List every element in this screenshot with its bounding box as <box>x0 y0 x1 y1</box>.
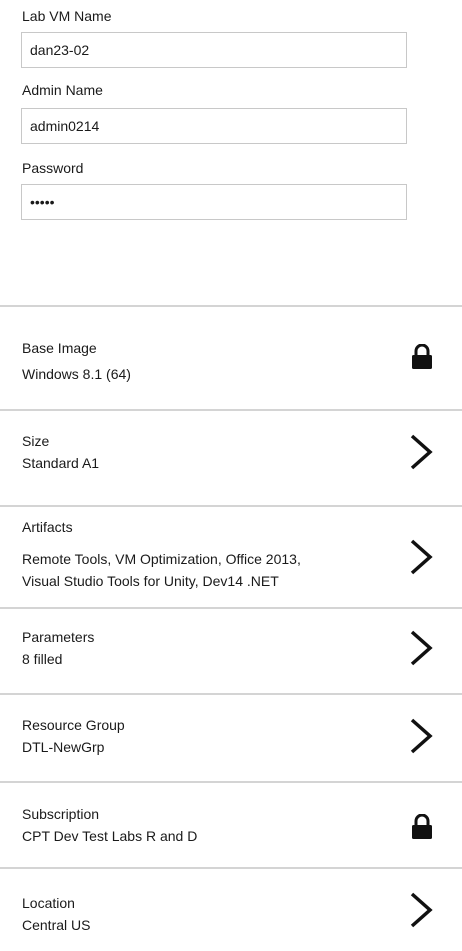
size-title: Size <box>22 433 50 449</box>
base-image-title: Base Image <box>22 340 97 356</box>
base-image-value: Windows 8.1 (64) <box>22 366 131 382</box>
subscription-row[interactable]: Subscription CPT Dev Test Labs R and D <box>0 783 462 867</box>
chevron-right-icon <box>410 892 433 928</box>
artifacts-title: Artifacts <box>22 519 73 535</box>
lab-vm-name-label: Lab VM Name <box>22 8 112 24</box>
password-label: Password <box>22 160 84 176</box>
location-title: Location <box>22 895 75 911</box>
resource-group-title: Resource Group <box>22 717 125 733</box>
admin-name-input[interactable] <box>21 108 407 144</box>
chevron-right-icon <box>410 539 433 575</box>
resource-group-row[interactable]: Resource Group DTL-NewGrp <box>0 695 462 781</box>
artifacts-value-line2: Visual Studio Tools for Unity, Dev14 .NE… <box>22 573 279 589</box>
parameters-value: 8 filled <box>22 651 63 667</box>
location-value: Central US <box>22 917 91 933</box>
admin-name-label: Admin Name <box>22 82 103 98</box>
subscription-value: CPT Dev Test Labs R and D <box>22 828 198 844</box>
chevron-right-icon <box>410 434 433 470</box>
location-row[interactable]: Location Central US <box>0 869 462 951</box>
lock-icon <box>412 344 432 369</box>
artifacts-row[interactable]: Artifacts Remote Tools, VM Optimization,… <box>0 507 462 607</box>
subscription-title: Subscription <box>22 806 100 822</box>
parameters-title: Parameters <box>22 629 95 645</box>
chevron-right-icon <box>410 718 433 754</box>
resource-group-value: DTL-NewGrp <box>22 739 105 755</box>
lock-icon <box>412 814 432 839</box>
chevron-right-icon <box>410 630 433 666</box>
size-row[interactable]: Size Standard A1 <box>0 411 462 505</box>
password-input[interactable] <box>21 184 407 220</box>
artifacts-value-line1: Remote Tools, VM Optimization, Office 20… <box>22 551 301 567</box>
base-image-row[interactable]: Base Image Windows 8.1 (64) <box>0 307 462 409</box>
size-value: Standard A1 <box>22 455 100 471</box>
lab-vm-name-input[interactable] <box>21 32 407 68</box>
parameters-row[interactable]: Parameters 8 filled <box>0 609 462 693</box>
